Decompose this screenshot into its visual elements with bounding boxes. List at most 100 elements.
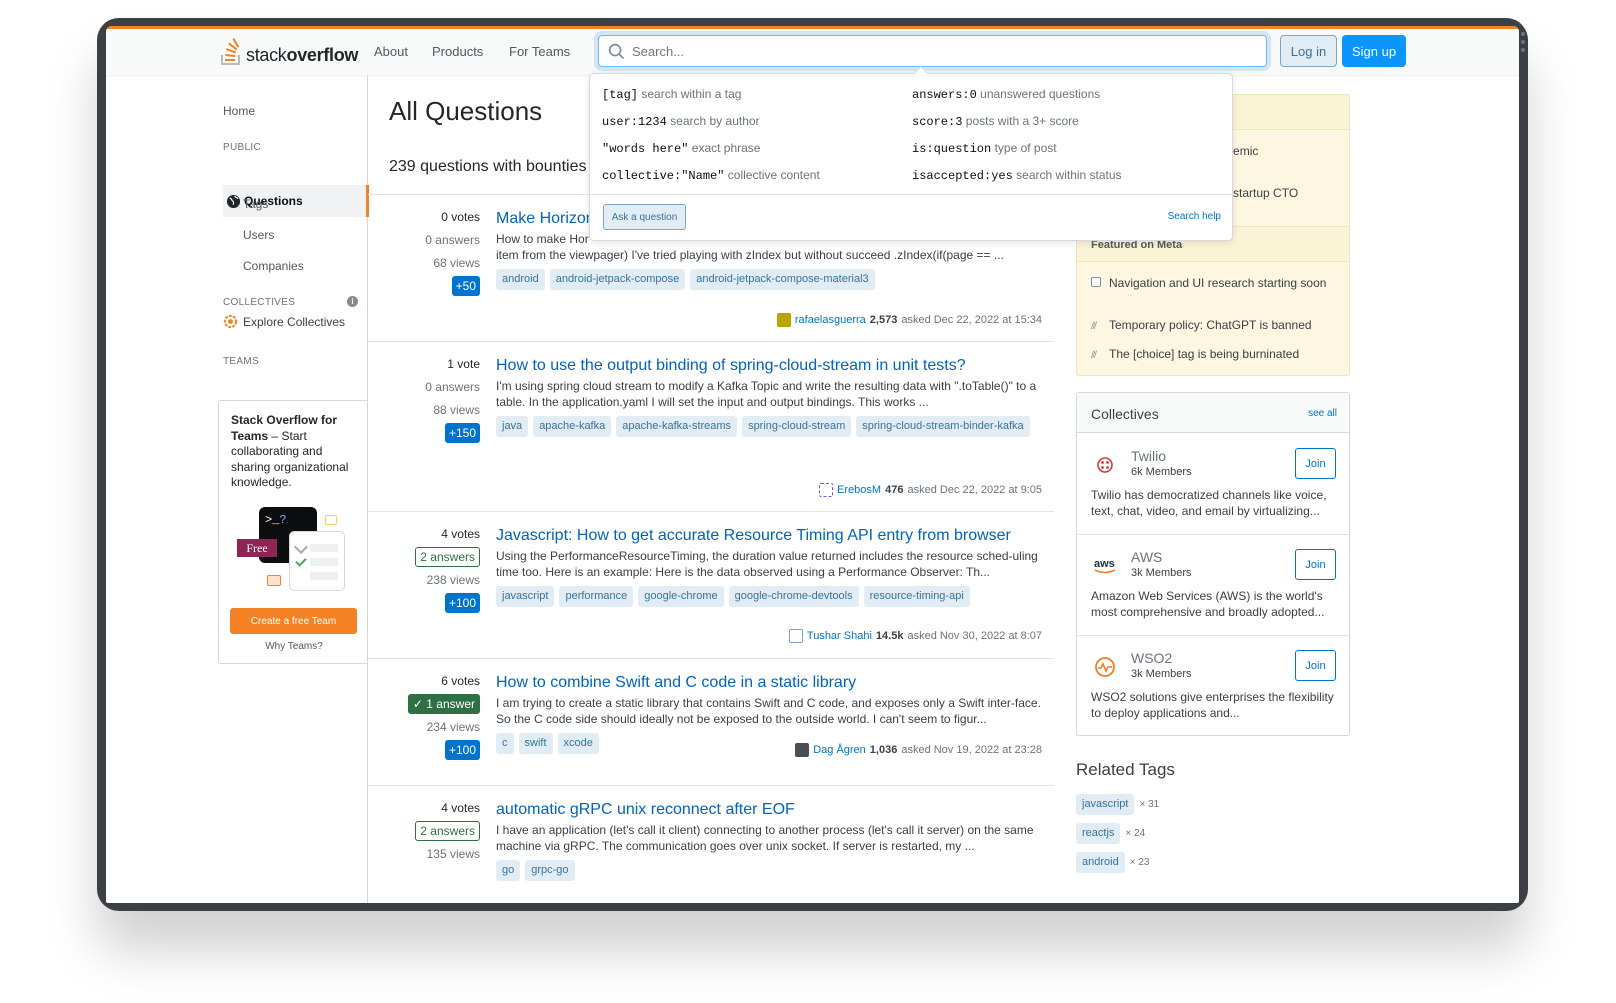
avatar[interactable]: [788, 629, 803, 643]
collectives-title: Collectives: [1091, 406, 1159, 422]
view-count: 234 views: [426, 720, 480, 734]
tag[interactable]: android: [496, 269, 545, 290]
sidebar-item-tags[interactable]: Tags: [243, 197, 268, 211]
meta-item[interactable]: ⫻ Temporary policy: ChatGPT is banned: [1091, 318, 1341, 335]
left-sidebar: Home PUBLIC Questions Tags Users Compani…: [106, 75, 369, 903]
collective-name[interactable]: AWS: [1131, 549, 1162, 565]
tag[interactable]: android-jetpack-compose: [549, 269, 686, 290]
hint-syntax: collective:"Name": [602, 169, 725, 183]
tag[interactable]: go: [496, 860, 521, 881]
collective-name[interactable]: Twilio: [1131, 448, 1166, 464]
meta-item[interactable]: Navigation and UI research starting soon: [1091, 276, 1341, 293]
bounty-badge: +150: [444, 423, 480, 443]
join-button[interactable]: Join: [1295, 448, 1336, 479]
tag[interactable]: google-chrome-devtools: [728, 586, 859, 607]
collective-item: aws AWS 3k Members Join Amazon Web Servi…: [1077, 535, 1349, 636]
nav-products[interactable]: Products: [432, 44, 483, 59]
avatar[interactable]: [795, 743, 810, 757]
signup-button[interactable]: Sign up: [1342, 35, 1406, 67]
collective-item: WSO2 3k Members Join WSO2 solutions give…: [1077, 636, 1349, 737]
tag[interactable]: swift: [518, 733, 553, 754]
search-box[interactable]: [598, 35, 1267, 67]
tag-count: × 24: [1125, 828, 1146, 839]
sidebar-item-explore-collectives[interactable]: Explore Collectives: [223, 314, 345, 329]
sidebar-item-users[interactable]: Users: [243, 228, 274, 242]
question-body: automatic gRPC unix reconnect after EOF …: [496, 800, 1042, 881]
question-excerpt: Using the PerformanceResourceTiming, the…: [496, 549, 1038, 579]
tag[interactable]: java: [496, 416, 529, 437]
user-link[interactable]: rafaelasguerra: [795, 314, 866, 326]
collective-members: 6k Members: [1131, 466, 1192, 478]
svg-text:aws: aws: [1094, 558, 1115, 570]
twilio-logo-icon[interactable]: [1093, 454, 1119, 476]
join-button[interactable]: Join: [1295, 549, 1336, 580]
teams-promo-text: Stack Overflow for Teams – Start collabo…: [231, 413, 361, 491]
user-link[interactable]: Dag Ågren: [813, 744, 866, 756]
sidebar-item-home[interactable]: Home: [223, 104, 255, 118]
question-excerpt: I have an application (let's call it cli…: [496, 823, 1034, 853]
question-meta: rafaelasguerra 2,573 asked Dec 22, 2022 …: [776, 313, 1042, 327]
wso2-logo-icon[interactable]: [1093, 656, 1119, 678]
accepted-answer-badge: ✓ 1 answer: [407, 694, 480, 714]
answer-count: 2 answers: [415, 821, 480, 841]
tag[interactable]: javascript: [496, 586, 555, 607]
question-title[interactable]: Javascript: How to get accurate Resource…: [496, 526, 1042, 546]
create-team-button[interactable]: Create a free Team: [230, 608, 357, 634]
search-hint: answers:0 unanswered questions: [912, 87, 1100, 102]
vote-count: 6 votes: [441, 674, 480, 688]
sidebar-header-collectives: COLLECTIVES: [223, 297, 296, 308]
question-title[interactable]: How to combine Swift and C code in a sta…: [496, 673, 1042, 693]
collectives-icon: [223, 314, 238, 329]
laptop-frame: stackoverflow About Products For Teams L…: [97, 18, 1528, 911]
collectives-header: Collectives see all: [1077, 393, 1349, 433]
collective-members: 3k Members: [1131, 567, 1192, 579]
tag[interactable]: android: [1076, 852, 1125, 873]
ask-question-button[interactable]: Ask a question: [603, 204, 686, 230]
tag[interactable]: performance: [559, 586, 634, 607]
nav-about[interactable]: About: [374, 44, 408, 59]
avatar[interactable]: [776, 313, 791, 327]
view-count: 68 views: [433, 256, 480, 270]
search-input[interactable]: [632, 36, 1252, 66]
why-teams-link[interactable]: Why Teams?: [219, 641, 369, 652]
question-title[interactable]: automatic gRPC unix reconnect after EOF: [496, 800, 1042, 820]
collective-name[interactable]: WSO2: [1131, 650, 1172, 666]
collective-description: Amazon Web Services (AWS) is the world's…: [1091, 589, 1325, 619]
user-link[interactable]: Tushar Shahi: [807, 630, 872, 642]
hint-syntax: isaccepted:yes: [912, 169, 1013, 183]
tag[interactable]: reactjs: [1076, 823, 1121, 844]
tag[interactable]: apache-kafka: [533, 416, 612, 437]
tag[interactable]: xcode: [557, 733, 599, 754]
chat-bubble-icon: [325, 515, 337, 525]
stackoverflow-logo[interactable]: stackoverflow: [220, 36, 358, 66]
login-button[interactable]: Log in: [1280, 35, 1337, 67]
tag[interactable]: spring-cloud-stream: [742, 416, 852, 437]
logo-text-light: stack: [246, 45, 287, 65]
user-link[interactable]: ErebosM: [837, 484, 881, 496]
tag[interactable]: grpc-go: [525, 860, 575, 881]
join-button[interactable]: Join: [1295, 650, 1336, 681]
question-title[interactable]: How to use the output binding of spring-…: [496, 356, 1042, 376]
hint-description: collective content: [727, 168, 820, 182]
question-body: How to use the output binding of spring-…: [496, 356, 1042, 437]
nav-for-teams[interactable]: For Teams: [509, 44, 570, 59]
question-excerpt: I am trying to create a static library t…: [496, 696, 1041, 726]
tag-list: go grpc-go: [496, 860, 1042, 881]
aws-logo-icon[interactable]: aws: [1093, 555, 1119, 577]
tag[interactable]: apache-kafka-streams: [616, 416, 738, 437]
tag[interactable]: javascript: [1076, 794, 1135, 815]
question-stats: 0 votes 0 answers 68 views +50: [368, 206, 480, 298]
browser-screen: stackoverflow About Products For Teams L…: [106, 26, 1519, 903]
tag[interactable]: resource-timing-api: [863, 586, 970, 607]
avatar[interactable]: [819, 483, 834, 497]
question-stats: 1 vote 0 answers 88 views +150: [368, 353, 480, 445]
meta-item[interactable]: ⫻ The [choice] tag is being burninated: [1091, 347, 1341, 364]
info-icon[interactable]: i: [347, 296, 358, 307]
see-all-link[interactable]: see all: [1308, 408, 1337, 419]
search-help-link[interactable]: Search help: [1168, 211, 1221, 222]
sidebar-item-companies[interactable]: Companies: [243, 259, 304, 273]
tag[interactable]: spring-cloud-stream-binder-kafka: [856, 416, 1030, 437]
tag[interactable]: c: [496, 733, 514, 754]
tag[interactable]: google-chrome: [638, 586, 724, 607]
tag[interactable]: android-jetpack-compose-material3: [690, 269, 875, 290]
